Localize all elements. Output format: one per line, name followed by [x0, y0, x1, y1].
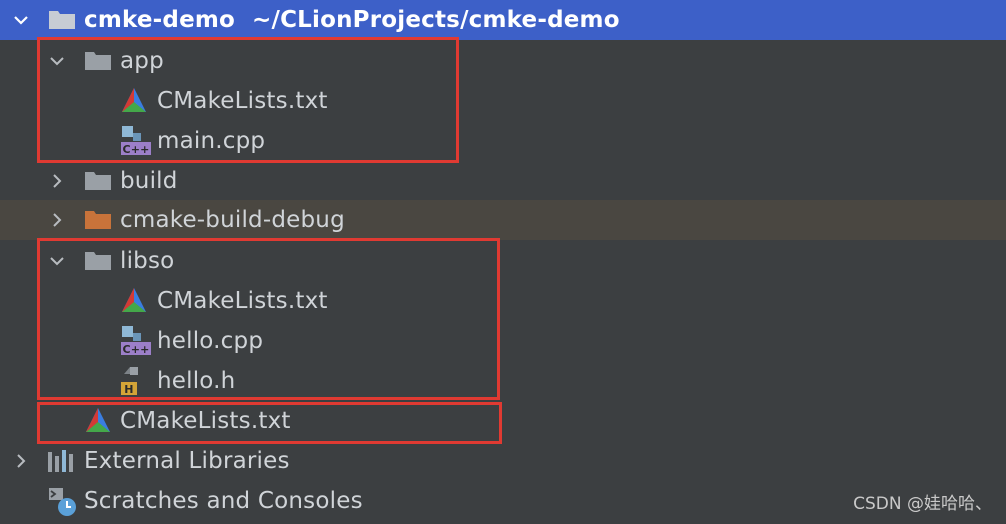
excluded-folder-icon	[84, 208, 112, 230]
project-name: cmke-demo	[84, 7, 236, 33]
external-libraries-label: External Libraries	[84, 448, 290, 474]
annotation-box-root-cmakelists	[37, 402, 502, 444]
tree-row-project-root[interactable]: cmke-demo ~/CLionProjects/cmke-demo	[0, 0, 1006, 40]
tree-row-cmake-build-debug[interactable]: cmake-build-debug	[0, 200, 1006, 240]
folder-label: build	[120, 168, 178, 194]
chevron-down-icon[interactable]	[10, 9, 32, 31]
folder-icon	[48, 8, 76, 30]
folder-label: cmake-build-debug	[120, 207, 345, 233]
folder-icon	[84, 169, 112, 191]
library-icon	[47, 448, 77, 474]
annotation-box-app	[37, 37, 459, 163]
annotation-box-libso	[37, 238, 500, 400]
chevron-right-icon[interactable]	[46, 209, 68, 231]
tree-row-external-libraries[interactable]: External Libraries	[0, 441, 1006, 481]
scratches-label: Scratches and Consoles	[84, 488, 363, 514]
chevron-right-icon[interactable]	[10, 450, 32, 472]
watermark: CSDN @娃哈哈、	[853, 494, 992, 514]
tree-row-build[interactable]: build	[0, 161, 1006, 201]
scratches-icon	[47, 486, 79, 518]
project-path: ~/CLionProjects/cmke-demo	[252, 7, 620, 33]
chevron-right-icon[interactable]	[46, 170, 68, 192]
